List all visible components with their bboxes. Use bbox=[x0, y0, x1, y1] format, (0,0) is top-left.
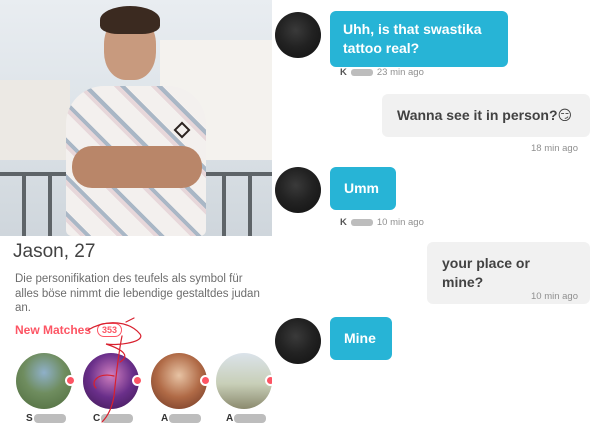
redacted-name bbox=[34, 414, 66, 423]
redacted-name bbox=[234, 414, 266, 423]
chat-panel: Uhh, is that swastika tattoo real? K 23 … bbox=[272, 0, 600, 429]
match-avatar-1[interactable]: S bbox=[16, 353, 76, 424]
message-time: 10 min ago bbox=[530, 291, 578, 302]
message-meta: 18 min ago bbox=[531, 143, 578, 154]
red-dot-icon bbox=[65, 375, 76, 386]
message-time: 10 min ago bbox=[376, 217, 424, 228]
avatar bbox=[216, 353, 272, 409]
match-initial: S bbox=[26, 413, 33, 424]
redacted-name bbox=[101, 414, 133, 423]
red-dot-icon bbox=[200, 375, 211, 386]
profile-name-age: Jason, 27 bbox=[13, 241, 96, 262]
avatar bbox=[151, 353, 207, 409]
message-meta: 10 min ago bbox=[531, 291, 578, 302]
match-avatar-2[interactable]: C bbox=[83, 353, 143, 424]
avatar bbox=[16, 353, 72, 409]
redacted-name bbox=[350, 69, 373, 76]
red-dot-icon bbox=[132, 375, 143, 386]
new-matches-header[interactable]: New Matches 353 bbox=[15, 321, 123, 339]
match-initial: A bbox=[226, 413, 234, 424]
message-time: 23 min ago bbox=[376, 67, 424, 78]
match-avatar-3[interactable]: A bbox=[151, 353, 211, 424]
new-matches-count-badge: 353 bbox=[97, 323, 123, 337]
sender-avatar[interactable] bbox=[275, 12, 321, 58]
incoming-message[interactable]: Umm bbox=[330, 167, 396, 210]
avatar bbox=[83, 353, 139, 409]
match-avatar-4[interactable]: A bbox=[216, 353, 276, 424]
outgoing-message[interactable]: Wanna see it in person?😏 bbox=[382, 94, 590, 137]
new-matches-label: New Matches bbox=[15, 323, 92, 337]
sender-initial: K bbox=[340, 217, 347, 228]
match-initial: A bbox=[161, 413, 169, 424]
profile-bio: Die personifikation des teufels als symb… bbox=[15, 273, 260, 314]
incoming-message[interactable]: Uhh, is that swastika tattoo real? bbox=[330, 11, 508, 67]
redacted-name bbox=[169, 414, 201, 423]
sender-initial: K bbox=[340, 67, 347, 78]
sender-avatar[interactable] bbox=[275, 318, 321, 364]
message-meta: K 10 min ago bbox=[340, 217, 424, 228]
profile-photo[interactable] bbox=[0, 0, 272, 236]
match-initial: C bbox=[93, 413, 101, 424]
sender-avatar[interactable] bbox=[275, 167, 321, 213]
profile-panel: Jason, 27 Die personifikation des teufel… bbox=[0, 0, 276, 429]
message-meta: K 23 min ago bbox=[340, 67, 424, 78]
message-time: 18 min ago bbox=[530, 143, 578, 154]
redacted-name bbox=[350, 219, 373, 226]
incoming-message[interactable]: Mine bbox=[330, 317, 392, 360]
